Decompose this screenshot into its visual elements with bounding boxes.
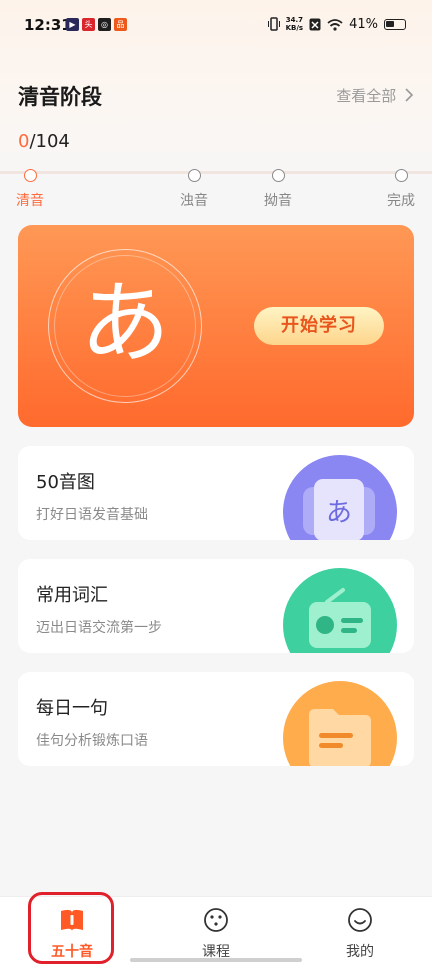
stage-title: 清音阶段 — [18, 85, 102, 109]
browser-app-icon: ◎ — [98, 18, 111, 31]
status-bar: 12:31 ▶ 头 ◎ 品 34.7 KB/s 41% — [0, 0, 432, 50]
vocab-card-graphic — [309, 588, 371, 648]
news-app-icon: 头 — [82, 18, 95, 31]
view-all-link[interactable]: 查看全部 — [336, 85, 414, 106]
battery-icon — [384, 18, 406, 30]
sentence-card-graphic — [309, 709, 371, 766]
nav-label: 我的 — [346, 944, 374, 960]
folder-icon — [283, 681, 397, 766]
progress-total: /104 — [29, 131, 70, 152]
card-title: 常用词汇 — [36, 585, 108, 606]
net-speed-unit: KB/s — [285, 24, 304, 32]
system-status: 34.7 KB/s 41% — [267, 16, 406, 32]
step-node-complete[interactable] — [395, 169, 408, 182]
step-node-aoyin[interactable] — [272, 169, 285, 182]
home-indicator[interactable] — [130, 958, 302, 962]
card-subtitle: 佳句分析锻炼口语 — [36, 733, 148, 749]
view-all-label: 查看全部 — [336, 87, 397, 105]
step-label-qingyin[interactable]: 清音 — [16, 190, 44, 210]
nav-item-profile[interactable]: 我的 — [320, 907, 400, 961]
radio-card-icon — [283, 568, 397, 653]
selection-highlight — [28, 892, 114, 964]
card-kana-chart[interactable]: 50音图 打好日语发音基础 あ — [18, 446, 414, 540]
status-time: 12:31 — [24, 16, 72, 34]
study-hero-card[interactable]: あ 开始学习 — [18, 225, 414, 427]
card-subtitle: 迈出日语交流第一步 — [36, 620, 162, 636]
nav-item-courses[interactable]: 课程 — [176, 907, 256, 961]
card-subtitle: 打好日语发音基础 — [36, 507, 148, 523]
smile-face-icon — [348, 908, 372, 932]
step-node-zhuoyin[interactable] — [188, 169, 201, 182]
hero-kana: あ — [80, 271, 170, 376]
course-icon — [204, 908, 228, 932]
shop-app-icon: 品 — [114, 18, 127, 31]
battery-percent: 41% — [349, 16, 378, 32]
card-daily-sentence[interactable]: 每日一句 佳句分析锻炼口语 — [18, 672, 414, 766]
notification-icons: ▶ 头 ◎ 品 — [66, 18, 127, 31]
svg-text:あ: あ — [326, 498, 352, 528]
net-speed-value: 34.7 — [285, 16, 303, 24]
vibrate-icon — [267, 17, 280, 31]
net-speed: 34.7 KB/s — [286, 16, 303, 32]
step-label-complete[interactable]: 完成 — [387, 190, 415, 210]
progress-current: 0 — [18, 131, 30, 152]
sim-off-icon — [309, 18, 321, 30]
card-title: 50音图 — [36, 472, 95, 493]
step-node-qingyin[interactable] — [24, 169, 37, 182]
card-vocabulary[interactable]: 常用词汇 迈出日语交流第一步 — [18, 559, 414, 653]
kana-card-graphic: あ — [303, 479, 375, 540]
kana-chart-icon: あ — [283, 455, 397, 540]
video-app-icon: ▶ — [66, 18, 79, 31]
chevron-right-icon — [405, 88, 414, 102]
card-title: 每日一句 — [36, 698, 108, 719]
start-learning-button[interactable]: 开始学习 — [254, 307, 384, 345]
wifi-icon — [327, 18, 343, 31]
step-label-aoyin[interactable]: 拗音 — [264, 190, 292, 210]
stage-track — [0, 171, 432, 174]
step-label-zhuoyin[interactable]: 浊音 — [180, 190, 208, 210]
stage-progress: 0/104 — [18, 131, 70, 152]
